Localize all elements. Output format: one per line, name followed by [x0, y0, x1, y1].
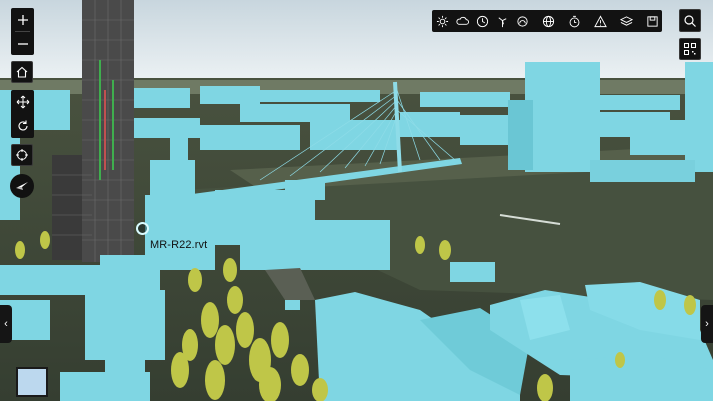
qr-code-icon [684, 43, 696, 55]
globe-icon [542, 15, 554, 27]
wind-turbine-icon [498, 16, 506, 27]
pan-button[interactable] [11, 90, 34, 114]
wind-button[interactable] [492, 10, 512, 32]
search-button[interactable] [679, 9, 701, 32]
rotate-button[interactable] [11, 114, 34, 138]
timer-icon [569, 15, 579, 27]
basemap-thumbnail[interactable] [16, 367, 48, 397]
crosshair-icon [16, 149, 28, 161]
shadow-button[interactable] [512, 10, 532, 32]
save-button[interactable] [642, 10, 662, 32]
rotate-icon [17, 120, 28, 131]
zoom-control [11, 8, 34, 55]
zoom-in-button[interactable] [11, 8, 34, 31]
time-of-day-button[interactable] [472, 10, 492, 32]
sun-icon [436, 15, 448, 27]
sun-button[interactable] [432, 10, 452, 32]
zoom-out-button[interactable] [11, 32, 34, 55]
minus-icon [17, 42, 28, 45]
alerts-button[interactable] [590, 10, 610, 32]
navigation-mode-group [11, 90, 34, 138]
environment-toolbar [432, 10, 662, 32]
globe-button[interactable] [538, 10, 558, 32]
qr-code-button[interactable] [679, 38, 701, 60]
sun-rise-icon [516, 15, 528, 27]
3d-city-scene[interactable] [0, 0, 713, 401]
search-icon [684, 14, 696, 27]
weather-icon [455, 16, 469, 25]
compass-button[interactable] [10, 174, 34, 198]
right-panel-toggle[interactable]: › [701, 305, 713, 343]
home-button[interactable] [11, 61, 33, 83]
compass-icon [16, 182, 28, 190]
chevron-left-icon: ‹ [4, 318, 8, 330]
plus-icon [17, 14, 28, 25]
chevron-right-icon: › [705, 318, 709, 330]
layers-button[interactable] [616, 10, 636, 32]
warning-icon [593, 14, 607, 27]
save-icon [646, 15, 658, 27]
left-panel-toggle[interactable]: ‹ [0, 305, 12, 343]
model-file-label[interactable]: MR-R22.rvt [150, 239, 207, 251]
layers-icon [619, 15, 633, 26]
model-location-marker[interactable] [136, 222, 149, 235]
locate-button[interactable] [11, 144, 33, 166]
clock-dial-icon [476, 15, 488, 27]
home-icon [16, 66, 28, 78]
pan-arrows-icon [16, 95, 29, 109]
weather-button[interactable] [452, 10, 472, 32]
timeline-button[interactable] [564, 10, 584, 32]
